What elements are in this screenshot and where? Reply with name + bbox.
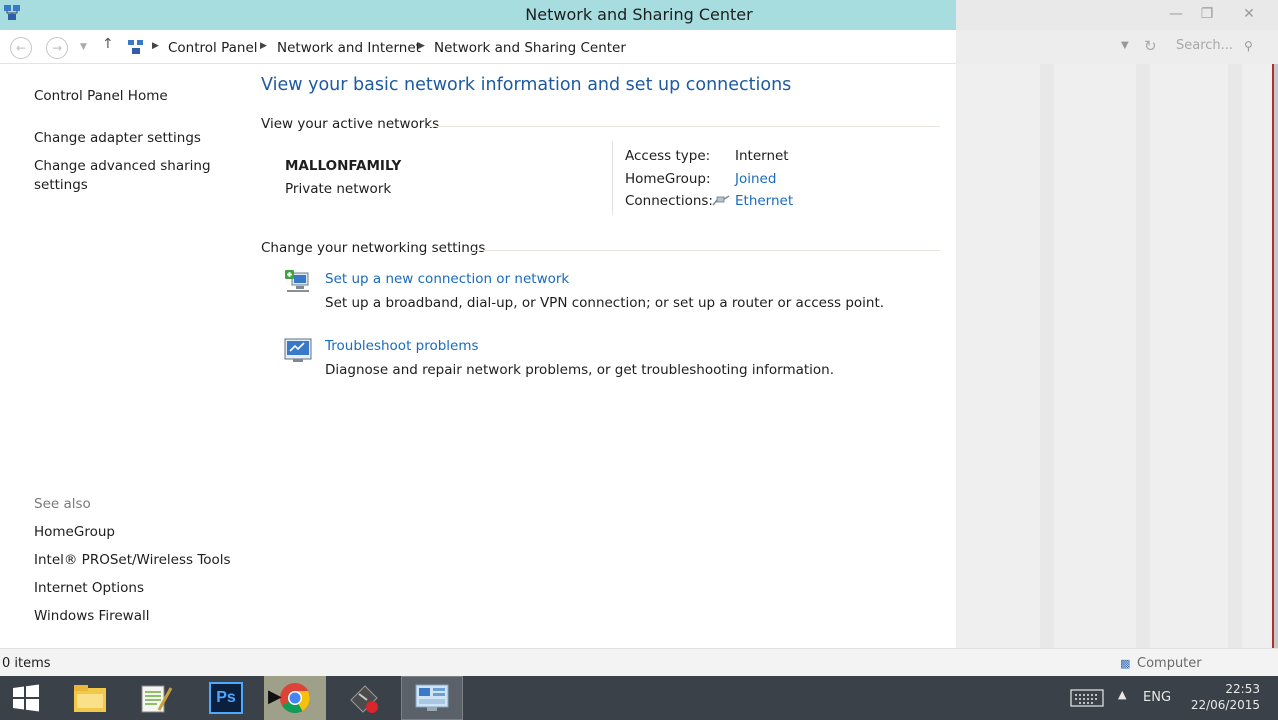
change-advanced-sharing-link[interactable]: Change advanced sharing <box>34 158 211 174</box>
control-panel-crumb-icon <box>128 40 143 54</box>
system-clock[interactable]: 22:53 22/06/2015 <box>1191 681 1260 713</box>
ethernet-icon <box>712 195 730 206</box>
change-settings-heading: Change your networking settings <box>261 240 486 256</box>
breadcrumb-network-and-sharing-center[interactable]: Network and Sharing Center <box>434 40 626 56</box>
background-stripe <box>1228 64 1242 648</box>
minimize-icon: — <box>1169 6 1183 22</box>
clock-date: 22/06/2015 <box>1190 698 1260 712</box>
file-explorer-icon <box>74 685 106 712</box>
change-adapter-settings-link[interactable]: Change adapter settings <box>34 130 201 146</box>
section-divider <box>428 126 940 127</box>
see-also-label: See also <box>34 496 91 512</box>
forward-arrow-icon: → <box>51 41 63 55</box>
setup-new-connection-link[interactable]: Set up a new connection or network <box>325 271 569 287</box>
section-divider <box>472 250 940 251</box>
active-networks-heading: View your active networks <box>261 116 440 132</box>
see-also-homegroup-link[interactable]: HomeGroup <box>34 524 115 540</box>
search-icon[interactable]: ⚲ <box>1244 39 1253 53</box>
setup-new-connection-description: Set up a broadband, dial-up, or VPN conn… <box>325 295 885 311</box>
breadcrumb-separator-icon: ▶ <box>260 41 267 51</box>
close-button[interactable]: ✕ <box>1231 2 1267 26</box>
change-advanced-sharing-link-continued[interactable]: settings <box>34 177 88 193</box>
status-location: Computer <box>1137 656 1202 671</box>
computer-icon: ▩ <box>1120 657 1131 670</box>
breadcrumb-network-and-internet[interactable]: Network and Internet <box>277 40 421 56</box>
touch-keyboard-icon[interactable] <box>1070 689 1104 707</box>
notepad-icon <box>141 685 173 713</box>
close-icon: ✕ <box>1243 6 1255 22</box>
breadcrumb-separator-icon: ▶ <box>418 41 425 51</box>
address-bar: ← → ▼ ↑ ▶ Control Panel ▶ Network and In… <box>0 30 1278 64</box>
background-stripe <box>1040 64 1054 648</box>
recorder-icon <box>350 685 378 713</box>
breadcrumb-control-panel[interactable]: Control Panel <box>168 40 258 56</box>
access-type-label: Access type: <box>625 148 711 164</box>
taskbar-control-panel[interactable] <box>401 676 463 720</box>
show-hidden-icons-icon[interactable]: ▲ <box>1118 688 1126 701</box>
items-count: 0 items <box>2 656 51 671</box>
ethernet-connection-link[interactable]: Ethernet <box>735 193 793 209</box>
network-name: MALLONFAMILY <box>285 158 402 174</box>
troubleshoot-problems-link[interactable]: Troubleshoot problems <box>325 338 479 354</box>
new-connection-icon <box>285 270 309 292</box>
background-window-edge <box>1272 64 1278 648</box>
restore-button[interactable]: ❐ <box>1189 2 1225 26</box>
taskbar-photoshop[interactable]: Ps <box>195 676 257 720</box>
connections-label: Connections: <box>625 193 713 209</box>
mouse-cursor-icon: ▶ <box>268 686 282 707</box>
clock-time: 22:53 <box>1225 682 1260 696</box>
troubleshoot-icon <box>284 338 312 362</box>
window-title: Network and Sharing Center <box>525 5 753 24</box>
start-icon <box>13 684 39 712</box>
start-button[interactable] <box>0 676 52 720</box>
troubleshoot-problems-description: Diagnose and repair network problems, or… <box>325 362 835 378</box>
access-type-value: Internet <box>735 148 789 164</box>
photoshop-icon: Ps <box>209 682 243 714</box>
breadcrumb-separator-icon: ▶ <box>152 41 159 51</box>
chrome-icon <box>280 683 310 714</box>
see-also-internet-options-link[interactable]: Internet Options <box>34 580 144 596</box>
taskbar: Ps ▶ ▲ ENG 22:53 22/06/2015 <box>0 676 1278 720</box>
taskbar-notepad-plus[interactable] <box>125 676 187 720</box>
status-bar: 0 items ▩ Computer <box>0 648 1278 676</box>
recent-locations-icon[interactable]: ▼ <box>80 42 87 52</box>
control-panel-icon <box>415 684 449 711</box>
back-button[interactable]: ← <box>10 37 32 59</box>
network-type: Private network <box>285 181 392 197</box>
control-panel-home-link[interactable]: Control Panel Home <box>34 88 168 104</box>
input-language-indicator[interactable]: ENG <box>1143 690 1171 705</box>
up-arrow-icon[interactable]: ↑ <box>102 36 114 52</box>
photoshop-icon-label: Ps <box>216 689 236 706</box>
back-arrow-icon: ← <box>15 41 27 55</box>
network-details-divider <box>612 141 613 215</box>
see-also-windows-firewall-link[interactable]: Windows Firewall <box>34 608 149 624</box>
refresh-icon[interactable]: ↻ <box>1144 37 1157 55</box>
forward-button[interactable]: → <box>46 37 68 59</box>
taskbar-screen-recorder[interactable] <box>333 676 395 720</box>
title-bar: Network and Sharing Center — ❐ ✕ <box>0 0 1278 30</box>
homegroup-label: HomeGroup: <box>625 171 711 187</box>
page-title: View your basic network information and … <box>261 75 792 95</box>
background-stripe <box>1136 64 1150 648</box>
address-dropdown-icon[interactable]: ▼ <box>1121 40 1129 51</box>
see-also-intel-proset-link[interactable]: Intel® PROSet/Wireless Tools <box>34 552 231 568</box>
taskbar-file-explorer[interactable] <box>59 676 121 720</box>
homegroup-joined-link[interactable]: Joined <box>735 171 776 187</box>
taskbar-chrome[interactable]: ▶ <box>264 676 326 720</box>
restore-icon: ❐ <box>1200 6 1214 22</box>
